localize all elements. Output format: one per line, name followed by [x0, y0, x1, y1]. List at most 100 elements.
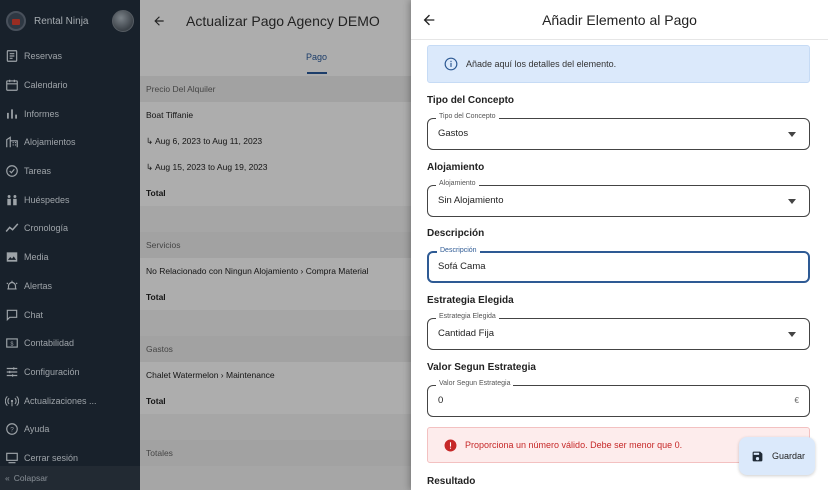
section-title: Gastos: [140, 336, 411, 362]
sidebar-item-label: Contabilidad: [24, 338, 75, 349]
dropdown-caret-icon: [788, 132, 796, 137]
descripcion-input[interactable]: Descripción Sofá Cama: [427, 247, 810, 283]
descripcion-legend: Descripción: [437, 247, 480, 254]
descripcion-heading: Descripción: [427, 228, 485, 239]
chevrons-left-icon: «: [5, 473, 10, 483]
sidebar-item-label: Reservas: [24, 51, 63, 62]
section-gap: [140, 414, 411, 440]
avatar[interactable]: [112, 10, 134, 32]
dropdown-caret-icon: [788, 199, 796, 204]
euro-suffix: €: [794, 396, 799, 405]
logout-icon: [5, 451, 19, 465]
accounting-icon: $: [5, 336, 19, 350]
alojamiento-heading: Alojamiento: [427, 162, 485, 173]
sidebar-item-actualizaciones[interactable]: Actualizaciones ...: [0, 386, 140, 415]
payment-panel: Actualizar Pago Agency DEMO Pago Precio …: [140, 0, 411, 490]
sidebar-item-huespedes[interactable]: Huéspedes: [0, 185, 140, 214]
sidebar-item-tareas[interactable]: Tareas: [0, 157, 140, 186]
alarm-icon: [5, 279, 19, 293]
collapse-label: Colapsar: [13, 473, 48, 483]
sidebar-item-informes[interactable]: Informes: [0, 99, 140, 128]
tab-pago[interactable]: Pago: [306, 52, 327, 62]
estrategia-legend: Estrategia Elegida: [436, 313, 499, 320]
sidebar-item-label: Tareas: [24, 166, 52, 177]
sidebar-item-media[interactable]: Media: [0, 243, 140, 272]
valor-input[interactable]: Valor Segun Estrategia 0 €: [427, 380, 810, 417]
sidebar-item-contabilidad[interactable]: $ Contabilidad: [0, 329, 140, 358]
info-icon: [444, 57, 458, 71]
section-title: Servicios: [140, 232, 411, 258]
sidebar-item-chat[interactable]: Chat: [0, 300, 140, 329]
back-arrow-icon[interactable]: [421, 12, 437, 28]
total-row: Total: [140, 284, 411, 310]
timeline-icon: [5, 221, 19, 235]
error-text: Proporciona un número válido. Debe ser m…: [465, 440, 683, 450]
back-arrow-icon[interactable]: [152, 14, 166, 28]
brand-name: Rental Ninja: [34, 15, 89, 27]
section-title: Precio Del Alquiler: [140, 76, 411, 102]
payment-header: Actualizar Pago Agency DEMO: [140, 0, 411, 42]
calendar-icon: [5, 78, 19, 92]
tabs: Pago: [140, 42, 411, 76]
sidebar-item-label: Ayuda: [24, 424, 50, 435]
sidebar-item-cronologia[interactable]: Cronología: [0, 214, 140, 243]
info-text: Añade aquí los detalles del elemento.: [466, 59, 617, 69]
broadcast-icon: [5, 394, 19, 408]
tab-indicator: [307, 72, 327, 74]
estrategia-select[interactable]: Estrategia Elegida Cantidad Fija: [427, 313, 810, 350]
sidebar-item-alojamientos[interactable]: Alojamientos: [0, 128, 140, 157]
collapse-button[interactable]: « Colapsar: [0, 466, 140, 490]
valor-heading: Valor Segun Estrategia: [427, 362, 536, 373]
sidebar-item-label: Calendario: [24, 80, 68, 91]
sidebar-item-ayuda[interactable]: ? Ayuda: [0, 415, 140, 444]
valor-legend: Valor Segun Estrategia: [436, 380, 514, 387]
alojamiento-value: Sin Alojamiento: [438, 195, 504, 206]
sidebar-item-label: Configuración: [24, 366, 80, 377]
resultado-heading: Resultado: [427, 476, 476, 487]
bar-chart-icon: [5, 107, 19, 121]
section-title: Totales: [140, 440, 411, 466]
chat-icon: [5, 308, 19, 322]
sidebar: Rental Ninja Reservas Calendario Informes A…: [0, 0, 140, 490]
page-title: Actualizar Pago Agency DEMO: [186, 13, 380, 29]
table-row: ↳ Aug 6, 2023 to Aug 11, 2023: [140, 128, 411, 154]
tipo-legend: Tipo del Concepto: [436, 113, 499, 120]
image-icon: [5, 250, 19, 264]
svg-text:$: $: [11, 342, 14, 348]
check-circle-icon: [5, 164, 19, 178]
tipo-value: Gastos: [438, 128, 469, 139]
reservations-icon: [5, 49, 19, 63]
tipo-heading: Tipo del Concepto: [427, 95, 515, 106]
info-banner: Añade aquí los detalles del elemento.: [427, 45, 810, 83]
total-row: Total: [140, 180, 411, 206]
guests-icon: [5, 193, 19, 207]
sidebar-item-label: Alojamientos: [24, 137, 76, 148]
sidebar-header: Rental Ninja: [0, 0, 140, 42]
sidebar-item-reservas[interactable]: Reservas: [0, 42, 140, 71]
tipo-concepto-select[interactable]: Tipo del Concepto Gastos: [427, 113, 810, 150]
save-icon: [752, 451, 763, 461]
sidebar-item-label: Media: [24, 252, 49, 263]
alojamiento-select[interactable]: Alojamiento Sin Alojamiento: [427, 180, 810, 217]
sidebar-item-label: Chat: [24, 309, 44, 320]
sliders-icon: [5, 365, 19, 379]
save-button[interactable]: Guardar: [739, 437, 815, 475]
dropdown-caret-icon: [788, 332, 796, 337]
sidebar-item-configuracion[interactable]: Configuración: [0, 358, 140, 387]
drawer-title: Añadir Elemento al Pago: [542, 11, 697, 28]
drawer-header: Añadir Elemento al Pago: [411, 0, 828, 40]
save-label: Guardar: [772, 451, 806, 461]
sidebar-item-label: Alertas: [24, 280, 53, 291]
sidebar-item-alertas[interactable]: Alertas: [0, 272, 140, 301]
building-icon: [5, 135, 19, 149]
add-item-drawer: Añadir Elemento al Pago Añade aquí los d…: [411, 0, 828, 490]
sidebar-item-calendario[interactable]: Calendario: [0, 71, 140, 100]
sidebar-item-label: Actualizaciones ...: [24, 395, 97, 406]
error-icon: [444, 439, 457, 451]
section-gap: [140, 206, 411, 232]
table-row: No Relacionado con Ningun Alojamiento › …: [140, 258, 411, 284]
estrategia-heading: Estrategia Elegida: [427, 295, 514, 306]
table-row: ↳ Aug 15, 2023 to Aug 19, 2023: [140, 154, 411, 180]
rental-ninja-logo: [6, 11, 26, 31]
valor-value: 0: [438, 395, 444, 406]
